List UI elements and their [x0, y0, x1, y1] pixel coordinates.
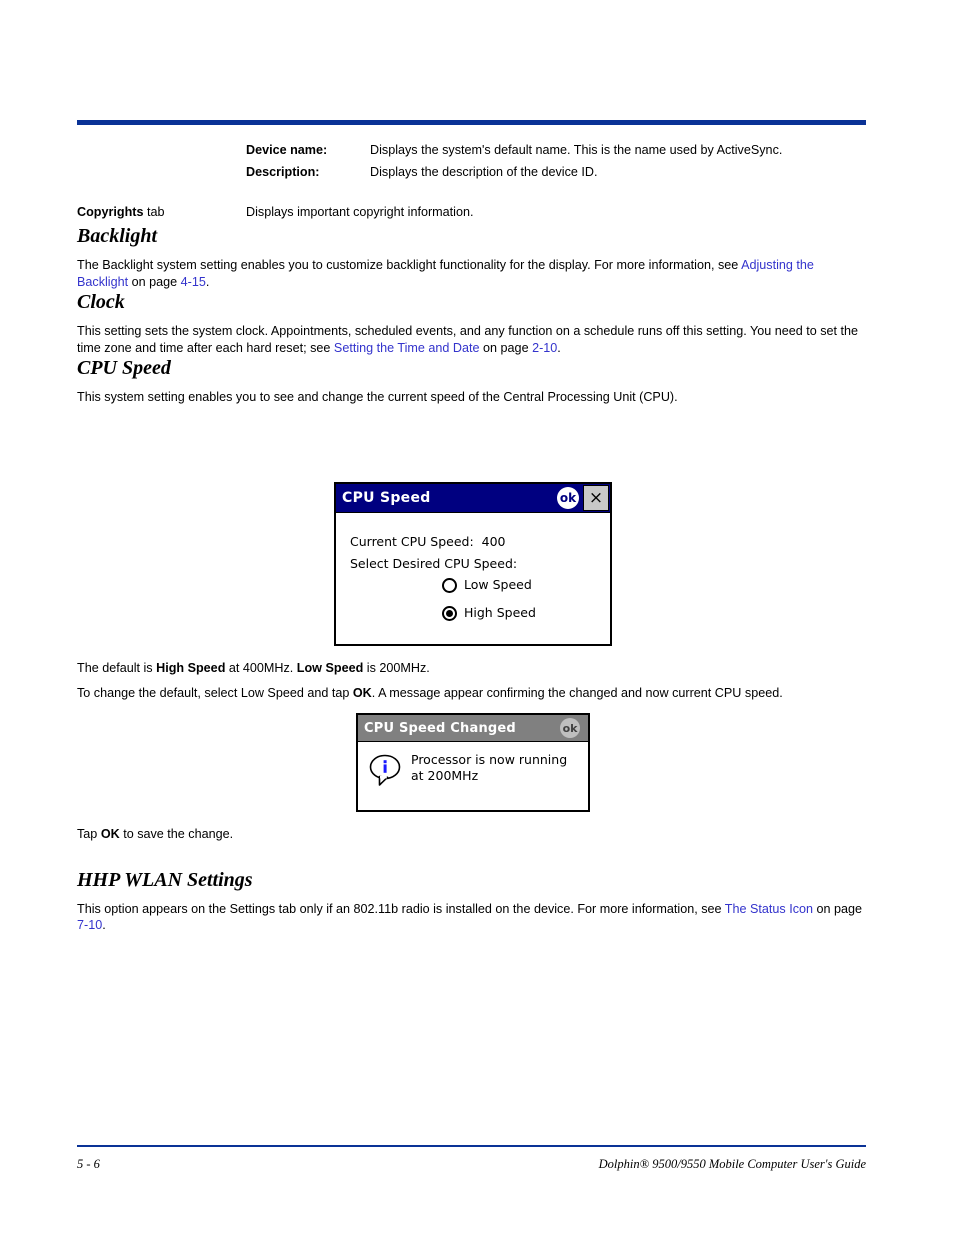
section-body-cpu-speed-intro: This system setting enables you to see a… — [77, 390, 678, 404]
header-rule — [77, 120, 866, 125]
ok-button[interactable]: ok — [560, 718, 580, 738]
text-run: on page — [813, 901, 863, 916]
footer-guide-title: Dolphin® 9500/9550 Mobile Computer User'… — [598, 1157, 866, 1171]
cpu-speed-changed-dialog: CPU Speed Changed ok Processor is now ru… — [356, 713, 590, 812]
text-run: is 200MHz. — [363, 661, 430, 675]
radio-option-high-speed[interactable]: High Speed — [442, 605, 610, 621]
footer-rule — [77, 1145, 866, 1147]
definition-description: Displays the description of the device I… — [370, 165, 598, 179]
section-body-hhp-wlan: This option appears on the Settings tab … — [77, 901, 866, 934]
definition-term: Device name: — [246, 143, 328, 157]
cpu-speed-changed-body: Processor is now running at 200MHz — [358, 742, 588, 787]
cpu-speed-dialog-titlebar: CPU Speed ok × — [336, 484, 610, 513]
copyrights-bold: Copyrights — [77, 205, 144, 219]
cpu-speed-default-text: The default is High Speed at 400MHz. Low… — [77, 660, 866, 677]
section-body-clock: This setting sets the system clock. Appo… — [77, 323, 866, 356]
text-run: on page — [128, 274, 181, 289]
text-run: This option appears on the Settings tab … — [77, 901, 725, 916]
text-run: The default is — [77, 661, 157, 675]
lower-content: Tap OK to save the change. HHP WLAN Sett… — [77, 826, 866, 934]
section-heading-cpu-speed: CPU Speed — [77, 357, 171, 379]
info-icon — [368, 753, 402, 787]
definition-row-description: Description: Displays the description of… — [77, 162, 866, 182]
page-reference-link[interactable]: 4-15 — [181, 275, 206, 289]
text-run: . — [102, 918, 106, 932]
cpu-speed-dialog-body: Current CPU Speed: 400 Select Desired CP… — [336, 513, 610, 621]
tap-ok-text: Tap OK to save the change. — [77, 826, 866, 843]
radio-option-low-speed[interactable]: Low Speed — [442, 577, 610, 593]
page-footer: 5 - 6 Dolphin® 9500/9550 Mobile Computer… — [77, 1157, 866, 1172]
section-heading-backlight: Backlight — [77, 225, 158, 247]
cross-reference-link[interactable]: The Status Icon — [725, 902, 813, 916]
section-body-backlight: The Backlight system setting enables you… — [77, 257, 866, 290]
definition-description: Displays important copyright information… — [246, 205, 474, 219]
text-run: Tap — [77, 827, 101, 841]
text-run: on page — [479, 340, 533, 355]
definition-description: Displays the system's default name. This… — [370, 143, 783, 157]
document-page: Device name: Displays the system's defau… — [0, 0, 954, 1235]
text-run: . — [205, 274, 210, 289]
select-desired-speed-label: Select Desired CPU Speed: — [350, 556, 518, 571]
page-reference-link[interactable]: 2-10 — [532, 341, 557, 355]
bold-low-speed: Low Speed — [296, 661, 364, 675]
close-icon[interactable]: × — [583, 485, 609, 511]
text-run: at 400MHz. — [225, 661, 297, 675]
bold-high-speed: High Speed — [156, 661, 226, 675]
text-run: . — [557, 340, 561, 355]
cpu-speed-changed-message: Processor is now running at 200MHz — [411, 752, 568, 783]
cpu-speed-changed-titlebar: CPU Speed Changed ok — [358, 715, 588, 742]
bold-ok: OK — [352, 685, 372, 700]
current-cpu-speed-label: Current CPU Speed: 400 — [350, 534, 506, 549]
radio-button-icon[interactable] — [442, 577, 457, 593]
cpu-speed-changed-title: CPU Speed Changed — [364, 720, 516, 736]
cpu-speed-change-text: To change the default, select Low Speed … — [77, 685, 866, 702]
text-run: to save the change. — [119, 827, 234, 841]
radio-label: High Speed — [464, 605, 536, 620]
text-run: . A message appear confirming the change… — [371, 685, 783, 700]
definition-row-copyrights: Copyrights tab Displays important copyri… — [77, 202, 866, 222]
text-run: To change the default, select Low Speed … — [77, 685, 353, 700]
text-run: The Backlight system setting enables you… — [77, 258, 742, 272]
definition-term: Copyrights tab — [77, 202, 246, 222]
ok-button[interactable]: ok — [557, 487, 579, 509]
section-heading-hhp-wlan: HHP WLAN Settings — [77, 868, 253, 891]
footer-page-number: 5 - 6 — [77, 1157, 100, 1171]
cpu-speed-dialog-title: CPU Speed — [342, 490, 431, 506]
copyrights-suffix: tab — [143, 205, 165, 219]
radio-label: Low Speed — [464, 577, 532, 592]
cpu-speed-default-text-block: The default is High Speed at 400MHz. Low… — [77, 660, 866, 701]
page-content: Device name: Displays the system's defau… — [77, 140, 866, 406]
section-heading-clock: Clock — [77, 291, 125, 313]
page-reference-link[interactable]: 7-10 — [77, 918, 102, 932]
cross-reference-link[interactable]: Setting the Time and Date — [334, 341, 480, 355]
radio-button-icon-selected[interactable] — [442, 605, 457, 621]
definition-row-device-name: Device name: Displays the system's defau… — [77, 140, 866, 160]
bold-ok: OK — [100, 827, 120, 841]
cpu-speed-dialog: CPU Speed ok × Current CPU Speed: 400 Se… — [334, 482, 612, 646]
definition-term: Description: — [246, 165, 320, 179]
